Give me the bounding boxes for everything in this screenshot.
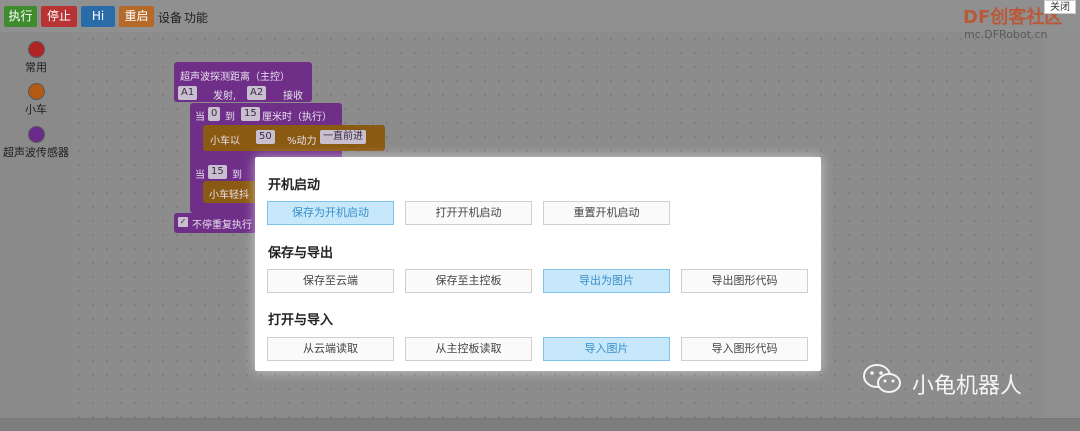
read-from-cloud-button[interactable]: 从云端读取 [267,337,394,361]
export-image-button[interactable]: 导出为图片 [543,269,670,293]
cond2-from-input[interactable]: 15 [208,165,227,179]
car-shake-label: 小车轻抖 [209,190,249,201]
import-image-button[interactable]: 导入图片 [543,337,670,361]
horizontal-scrollbar[interactable] [0,418,1080,431]
vertical-scrollbar[interactable] [1044,32,1080,418]
save-load-dialog: 开机启动 保存为开机启动 打开开机启动 重置开机启动 保存与导出 保存至云端 保… [255,157,821,371]
restart-button[interactable]: 重启 [119,6,154,27]
function-menu[interactable]: 功能 [184,9,208,26]
car-power-label: %动力 [287,136,317,147]
read-from-board-button[interactable]: 从主控板读取 [405,337,532,361]
cond2-when: 当 [195,170,205,181]
cond1-to-label: 到 [225,112,235,123]
car-direction-dropdown[interactable]: 一直前进 [320,130,366,144]
car-prefix: 小车以 [210,136,240,147]
recv-label: 接收 [283,91,303,102]
save-to-cloud-button[interactable]: 保存至云端 [267,269,394,293]
ultrasonic-block-title: 超声波探测距离（主控） [180,72,290,83]
section-title-open-import: 打开与导入 [268,313,334,328]
category-dot-icon [28,42,44,57]
category-dot-icon [28,127,44,142]
close-button[interactable]: 关闭 [1044,0,1076,14]
category-dot-icon [28,84,44,99]
save-as-boot-button[interactable]: 保存为开机启动 [267,201,394,225]
emit-pin-dropdown[interactable]: A1 [178,86,198,100]
category-label: 小车 [25,103,47,116]
repeat-label: 不停重复执行 [192,220,252,231]
export-code-button[interactable]: 导出图形代码 [681,269,808,293]
emit-label: 发射, [213,91,237,102]
cond1-from-input[interactable]: 0 [208,107,221,121]
device-menu[interactable]: 设备 [158,9,182,26]
cond2-to-label: 到 [232,170,242,181]
import-code-button[interactable]: 导入图形代码 [681,337,808,361]
dfrobot-url: mc.DFRobot.cn [964,28,1048,41]
recv-pin-dropdown[interactable]: A2 [247,86,267,100]
cond1-unit: 厘米时（执行） [262,112,332,123]
category-sidebar: 常用 小车 超声波传感器 [0,32,72,418]
category-ultrasonic[interactable]: 超声波传感器 [0,127,72,160]
section-title-save-export: 保存与导出 [268,246,334,261]
stop-button[interactable]: 停止 [41,6,77,27]
hi-button[interactable]: Hi [81,6,115,27]
toolbar: 执行 停止 Hi 重启 设备 功能 [0,0,1080,32]
wechat-icon [863,364,901,393]
repeat-checkbox[interactable]: ✓ [178,217,188,227]
category-label: 超声波传感器 [3,146,69,159]
car-speed-input[interactable]: 50 [256,130,275,144]
reset-boot-button[interactable]: 重置开机启动 [543,201,670,225]
section-title-boot: 开机启动 [268,178,321,193]
cond1-to-input[interactable]: 15 [241,107,260,121]
category-common[interactable]: 常用 [0,42,72,75]
open-boot-button[interactable]: 打开开机启动 [405,201,532,225]
category-label: 常用 [25,61,47,74]
category-car[interactable]: 小车 [0,84,72,117]
run-button[interactable]: 执行 [4,6,37,27]
save-to-board-button[interactable]: 保存至主控板 [405,269,532,293]
cond1-when: 当 [195,112,205,123]
author-watermark: 小龟机器人 [912,374,1023,399]
